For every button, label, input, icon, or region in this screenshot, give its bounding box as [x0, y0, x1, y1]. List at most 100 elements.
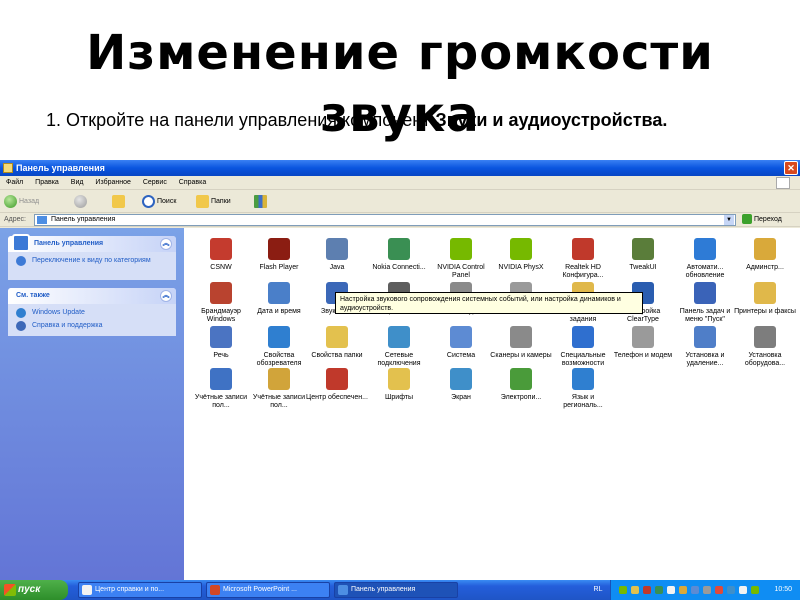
control-panel-item-icon [210, 326, 232, 348]
menu-file[interactable]: Файл [6, 179, 23, 186]
nvidia-tray-icon[interactable] [619, 586, 627, 594]
control-panel-item[interactable]: Язык и региональ... [552, 368, 614, 410]
tray-icon[interactable] [727, 586, 735, 594]
control-panel-item[interactable]: Речь [190, 326, 252, 360]
menu-tools[interactable]: Сервис [143, 179, 167, 186]
clock: 10:50 [774, 586, 792, 593]
search-label: Поиск [157, 198, 177, 205]
tray-icon[interactable] [667, 586, 675, 594]
control-panel-item[interactable]: Установка и удаление... [674, 326, 736, 368]
back-button[interactable]: Назад [4, 194, 39, 210]
control-panel-item[interactable]: Сетевые подключения [368, 326, 430, 368]
see-also-title: См. также [16, 292, 50, 299]
go-button[interactable]: Переход [742, 214, 782, 226]
panel-header[interactable]: Панель управления ︽ [8, 234, 176, 252]
control-panel-item-icon [210, 368, 232, 390]
collapse-icon[interactable]: ︽ [160, 238, 172, 250]
control-panel-item-icon [210, 238, 232, 260]
help-support-link[interactable]: Справка и поддержка [8, 321, 176, 334]
control-panel-item-label: Дата и время [257, 308, 301, 315]
control-panel-item[interactable]: Принтеры и факсы [734, 282, 796, 316]
see-also-header[interactable]: См. также ︽ [8, 288, 176, 304]
forward-button[interactable] [74, 194, 89, 210]
collapse-icon[interactable]: ︽ [160, 290, 172, 302]
control-panel-item[interactable]: Админстр... [734, 238, 796, 272]
control-panel-item-label: Nokia Connecti... [372, 264, 426, 271]
taskbar-powerpoint[interactable]: Microsoft PowerPoint ... [206, 582, 330, 598]
shield-tray-icon[interactable] [643, 586, 651, 594]
back-arrow-icon [4, 194, 17, 208]
control-panel-item-icon [388, 326, 410, 348]
network-tray-icon[interactable] [655, 586, 663, 594]
start-button[interactable]: пуск [0, 580, 68, 600]
up-folder-button[interactable] [112, 194, 127, 210]
tray-icon[interactable] [715, 586, 723, 594]
control-panel-item[interactable]: Учётные записи пол... [248, 368, 310, 410]
control-panel-item[interactable]: NVIDIA PhysX [490, 238, 552, 272]
menu-favorites[interactable]: Избранное [95, 179, 130, 186]
search-button[interactable]: Поиск [142, 194, 176, 210]
control-panel-item-label: Язык и региональ... [563, 394, 603, 409]
control-panel-item[interactable]: Свойства обозревателя [248, 326, 310, 368]
switch-category-view-link[interactable]: Переключение к виду по категориям [8, 252, 176, 269]
control-panel-item[interactable]: Дата и время [248, 282, 310, 316]
control-panel-item-label: Система [446, 352, 476, 359]
control-panel-item[interactable]: Центр обеспечен... [306, 368, 368, 402]
address-dropdown-icon[interactable]: ▼ [724, 215, 734, 225]
control-panel-item-label: Шрифты [384, 394, 414, 401]
control-panel-item[interactable]: TweakUI [612, 238, 674, 272]
control-panel-item[interactable]: Система [430, 326, 492, 360]
control-panel-item-label: Специальные возможности [560, 352, 606, 367]
control-panel-item-label: Речь [213, 352, 229, 359]
control-panel-item-label: TweakUI [629, 264, 657, 271]
control-panel-item[interactable]: Автомати... обновление [674, 238, 736, 280]
window-titlebar[interactable]: Панель управления ✕ [0, 160, 800, 176]
control-panel-window: Панель управления ✕ Файл Правка Вид Избр… [0, 160, 800, 600]
control-panel-item[interactable]: Экран [430, 368, 492, 402]
control-panel-item[interactable]: Телефон и модем [612, 326, 674, 360]
control-panel-item[interactable]: NVIDIA Control Panel [430, 238, 492, 280]
control-panel-items: CSNW Flash Player Java Nokia Connecti... NVI… [184, 228, 800, 580]
windows-logo-icon [776, 177, 790, 189]
language-indicator[interactable]: RL [589, 580, 607, 600]
control-panel-item[interactable]: Установка оборудова... [734, 326, 796, 368]
tray-icon[interactable] [691, 586, 699, 594]
volume-tray-icon[interactable] [703, 586, 711, 594]
control-panel-item-label: Flash Player [259, 264, 299, 271]
folders-button[interactable]: Папки [196, 194, 231, 210]
menu-edit[interactable]: Правка [35, 179, 59, 186]
menu-help[interactable]: Справка [179, 179, 206, 186]
control-panel-item[interactable]: Realtek HD Конфигура... [552, 238, 614, 280]
control-panel-item-label: Java [329, 264, 345, 271]
control-panel-item-icon [326, 326, 348, 348]
tray-icon[interactable] [739, 586, 747, 594]
control-panel-item[interactable]: Шрифты [368, 368, 430, 402]
taskbar-control-panel[interactable]: Панель управления [334, 582, 458, 598]
menu-view[interactable]: Вид [71, 179, 84, 186]
control-panel-item-label: Брандмауэр Windows [201, 308, 241, 323]
control-panel-large-icon [12, 234, 30, 252]
windows-update-link[interactable]: Windows Update [8, 304, 176, 321]
control-panel-item[interactable]: Java [306, 238, 368, 272]
control-panel-item[interactable]: Специальные возможности [552, 326, 614, 368]
tray-icon[interactable] [631, 586, 639, 594]
windows-flag-icon [4, 584, 16, 596]
task-label: Microsoft PowerPoint ... [223, 586, 297, 593]
address-input[interactable]: Панель управления ▼ [34, 214, 736, 226]
tray-icon[interactable] [751, 586, 759, 594]
control-panel-item[interactable]: CSNW [190, 238, 252, 272]
control-panel-item[interactable]: Учётные записи пол... [190, 368, 252, 410]
control-panel-item[interactable]: Сканеры и камеры [490, 326, 552, 360]
control-panel-item[interactable]: Электропи... [490, 368, 552, 402]
control-panel-item-label: Свойства обозревателя [256, 352, 302, 367]
control-panel-item[interactable]: Брандмауэр Windows [190, 282, 252, 324]
control-panel-item[interactable]: Nokia Connecti... [368, 238, 430, 272]
taskbar-help-center[interactable]: Центр справки и по... [78, 582, 202, 598]
close-button[interactable]: ✕ [784, 161, 798, 175]
control-panel-item[interactable]: Flash Player [248, 238, 310, 272]
control-panel-item[interactable]: Панель задач и меню "Пуск" [674, 282, 736, 324]
tray-icon[interactable] [679, 586, 687, 594]
control-panel-item[interactable]: Свойства папки [306, 326, 368, 360]
views-button[interactable] [254, 194, 269, 210]
windows-update-label: Windows Update [32, 309, 85, 316]
